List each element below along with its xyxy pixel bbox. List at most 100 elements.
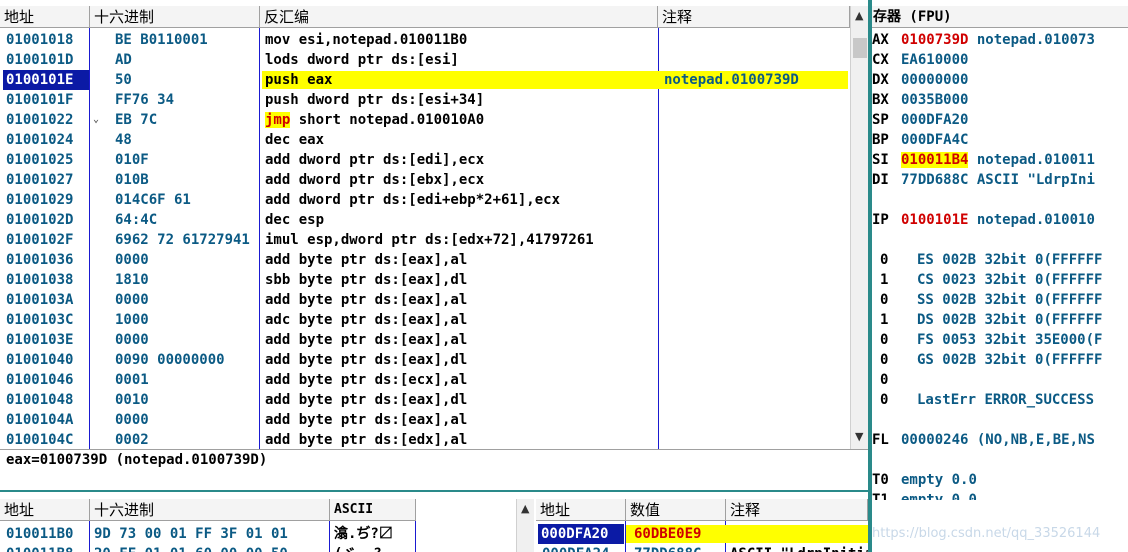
disasm-row[interactable]: 01001038 1810 sbb byte ptr ds:[eax],dl — [0, 270, 850, 290]
register-line[interactable]: 0 GS 002B 32bit 0(FFFFFF — [872, 350, 1102, 370]
register-value[interactable]: SS 002B — [917, 292, 976, 308]
col-header-comment[interactable]: 注释 — [658, 6, 850, 28]
register-line[interactable]: IP 0100101E notepad.010010 — [872, 210, 1095, 230]
register-line[interactable] — [872, 410, 901, 430]
scrollbar-thumb[interactable] — [853, 38, 867, 58]
stack-row[interactable]: 000DFA24 77DD688C ASCII "LdrpInitializePro… — [536, 544, 868, 552]
register-line[interactable]: 1 DS 002B 32bit 0(FFFFFF — [872, 310, 1102, 330]
disasm-row[interactable]: 01001048 0010 add byte ptr ds:[eax],dl — [0, 390, 850, 410]
hex-cell: 0000 — [115, 412, 149, 428]
register-value[interactable]: 00000000 — [901, 72, 968, 88]
col-header-disasm[interactable]: 反汇编 — [260, 6, 658, 28]
disasm-row[interactable]: 01001024 48 dec eax — [0, 130, 850, 150]
dump-col-header-address[interactable]: 地址 — [0, 499, 90, 521]
hex-cell: 0010 — [115, 392, 149, 408]
register-line[interactable] — [872, 450, 901, 470]
register-line[interactable] — [872, 190, 901, 210]
disasm-row[interactable]: 01001027 010B add dword ptr ds:[ebx],ecx — [0, 170, 850, 190]
register-line[interactable]: 0 ES 002B 32bit 0(FFFFFF — [872, 250, 1102, 270]
register-line[interactable]: DX 00000000 — [872, 70, 968, 90]
register-value[interactable]: EA610000 — [901, 52, 968, 68]
col-header-hex[interactable]: 十六进制 — [90, 6, 260, 28]
register-line[interactable]: SP 000DFA20 — [872, 110, 968, 130]
dump-col-header-ascii[interactable]: ASCII — [330, 499, 416, 521]
stack-col-header-comment[interactable]: 注释 — [726, 499, 868, 521]
register-list: AX 0100739D notepad.010073 CX EA610000 DX 000… — [872, 30, 1128, 500]
register-line[interactable]: T1 empty 0.0 — [872, 490, 977, 500]
register-value[interactable]: empty — [901, 492, 943, 500]
register-value[interactable]: 000DFA20 — [901, 112, 968, 128]
disasm-row[interactable]: 01001025 010F add dword ptr ds:[edi],ecx — [0, 150, 850, 170]
disasm-row[interactable]: 01001029 014C6F 61 add dword ptr ds:[edi+e… — [0, 190, 850, 210]
stack-col-header-value[interactable]: 数值 — [626, 499, 726, 521]
register-line[interactable]: 0 — [872, 370, 917, 390]
disasm-row[interactable]: 0100104C 0002 add byte ptr ds:[edx],al — [0, 430, 850, 449]
dump-hex: 20 FF 01 01 60 00 00 50 — [94, 544, 288, 552]
disasm-row[interactable]: 0100102F 6962 72 61727941 imul esp,dword p… — [0, 230, 850, 250]
register-line[interactable]: BX 0035B000 — [872, 90, 968, 110]
disasm-row[interactable]: 0100103A 0000 add byte ptr ds:[eax],al — [0, 290, 850, 310]
disasm-cell: add dword ptr ds:[edi+ebp*2+61],ecx — [265, 190, 657, 210]
disasm-row[interactable]: 01001018 BE B0110001 mov esi,notepad.01001… — [0, 30, 850, 50]
scroll-down-icon[interactable]: ▼ — [855, 430, 863, 443]
disasm-row[interactable]: 0100102D 64:4C dec esp — [0, 210, 850, 230]
address-cell: 0100103C — [6, 312, 74, 328]
register-value[interactable]: LastErr — [917, 392, 976, 408]
register-line[interactable]: DI 77DD688C ASCII "LdrpIni — [872, 170, 1095, 190]
register-line[interactable]: 1 CS 0023 32bit 0(FFFFFF — [872, 270, 1102, 290]
register-value[interactable]: DS 002B — [917, 312, 976, 328]
register-line[interactable]: AX 0100739D notepad.010073 — [872, 30, 1095, 50]
register-value[interactable]: 0035B000 — [901, 92, 968, 108]
register-line[interactable]: 0 LastErr ERROR_SUCCESS — [872, 390, 1094, 410]
disasm-row[interactable]: 0100104A 0000 add byte ptr ds:[eax],al — [0, 410, 850, 430]
disasm-row[interactable]: 01001022 ⌄ EB 7C jmp short notepad.010010A0 — [0, 110, 850, 130]
disasm-row[interactable]: 01001036 0000 add byte ptr ds:[eax],al — [0, 250, 850, 270]
register-line[interactable]: SI 010011B4 notepad.010011 — [872, 150, 1095, 170]
disasm-row[interactable]: 0100103E 0000 add byte ptr ds:[eax],al — [0, 330, 850, 350]
disasm-row[interactable]: 0100101D AD lods dword ptr ds:[esi] — [0, 50, 850, 70]
disasm-text: add byte ptr ds:[eax],dl — [265, 352, 468, 368]
disasm-cell: add dword ptr ds:[edi],ecx — [265, 150, 657, 170]
registers-pane: 存器 (FPU) AX 0100739D notepad.010073 CX EA61… — [872, 0, 1128, 500]
register-line[interactable]: CX EA610000 — [872, 50, 968, 70]
register-value[interactable]: 0100101E — [901, 212, 968, 228]
register-value[interactable]: empty — [901, 472, 943, 488]
register-value[interactable]: CS 0023 — [917, 272, 976, 288]
disasm-scrollbar[interactable]: ▲ ▼ — [850, 6, 869, 449]
dump-col-header-hex[interactable]: 十六进制 — [90, 499, 330, 521]
disasm-row[interactable]: 0100103C 1000 adc byte ptr ds:[eax],al — [0, 310, 850, 330]
register-name: SI — [872, 152, 889, 168]
disasm-row[interactable]: 01001046 0001 add byte ptr ds:[ecx],al — [0, 370, 850, 390]
register-name: SP — [872, 112, 889, 128]
register-value[interactable]: 00000246 — [901, 432, 968, 448]
register-value[interactable]: FS 0053 — [917, 332, 976, 348]
col-header-address[interactable]: 地址 — [0, 6, 90, 28]
stack-row[interactable]: 000DFA20 60DBE0E9 — [536, 524, 868, 544]
disasm-row[interactable]: 0100101E 50 push eax notepad.0100739D — [0, 70, 850, 90]
scroll-up-icon[interactable]: ▲ — [521, 502, 529, 515]
register-value[interactable]: GS 002B — [917, 352, 976, 368]
scroll-up-icon[interactable]: ▲ — [855, 9, 863, 22]
address-cell: 0100101E — [3, 70, 89, 90]
dump-scrollbar[interactable]: ▲ — [516, 499, 534, 552]
register-name: CX — [872, 52, 889, 68]
disasm-text: add dword ptr ds:[ebx],ecx — [265, 172, 485, 188]
register-value[interactable]: 010011B4 — [901, 152, 969, 168]
register-value[interactable]: 77DD688C — [901, 172, 968, 188]
register-line[interactable]: FL 00000246 (NO,NB,E,BE,NS — [872, 430, 1095, 450]
disasm-pane: 地址 十六进制 反汇编 注释 01001018 BE B0110001 mov es… — [0, 0, 869, 449]
register-line[interactable]: 0 FS 0053 32bit 35E000(F — [872, 330, 1102, 350]
register-line[interactable]: T0 empty 0.0 — [872, 470, 977, 490]
stack-col-header-address[interactable]: 地址 — [536, 499, 626, 521]
register-line[interactable]: 0 SS 002B 32bit 0(FFFFFF — [872, 290, 1102, 310]
register-value[interactable]: 000DFA4C — [901, 132, 968, 148]
register-value[interactable]: ES 002B — [917, 252, 976, 268]
disasm-cell: push dword ptr ds:[esi+34] — [265, 90, 657, 110]
register-line[interactable]: BP 000DFA4C — [872, 130, 968, 150]
disasm-row[interactable]: 01001040 0090 00000000 add byte ptr ds:[ea… — [0, 350, 850, 370]
address-cell: 01001018 — [6, 32, 74, 48]
register-value[interactable]: 0100739D — [901, 32, 968, 48]
disasm-text: push eax — [265, 72, 333, 88]
register-line[interactable] — [872, 230, 901, 250]
disasm-row[interactable]: 0100101F FF76 34 push dword ptr ds:[esi+34… — [0, 90, 850, 110]
